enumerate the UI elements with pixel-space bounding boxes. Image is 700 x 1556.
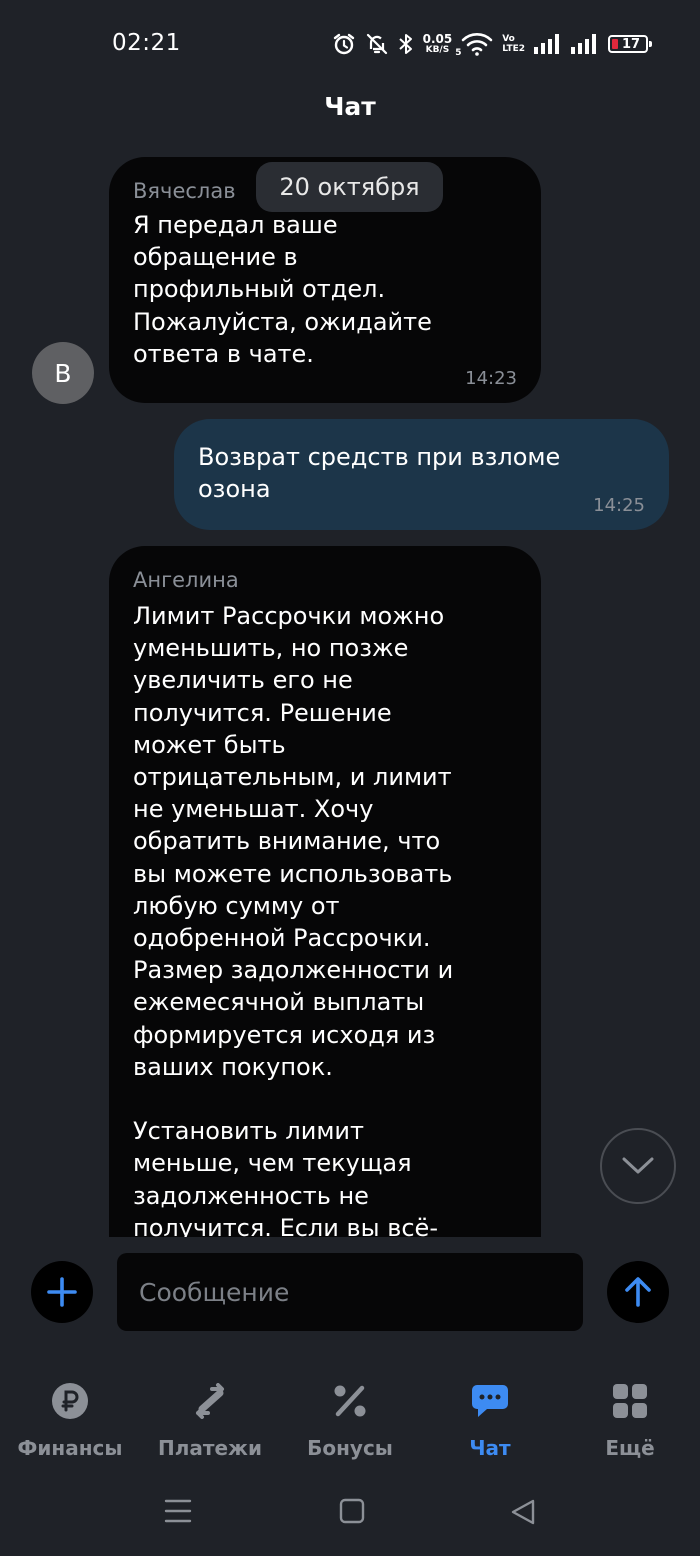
- page-title: Чат: [324, 92, 376, 121]
- arrow-up-icon: [625, 1277, 651, 1307]
- volte-label: Vo LTE2: [502, 34, 525, 54]
- percent-icon: [334, 1385, 366, 1417]
- message-time: 14:23: [465, 368, 517, 389]
- network-speed-value: 0.05: [422, 32, 453, 46]
- transfer-arrows-icon: [196, 1383, 224, 1419]
- nav-item-bonuses[interactable]: Бонусы: [280, 1380, 420, 1466]
- message-time: 14:25: [593, 495, 645, 516]
- nav-label: Финансы: [17, 1436, 123, 1460]
- message-bubble-outgoing[interactable]: Возврат средств при взломе озона 14:25: [174, 419, 669, 530]
- triangle-back-icon: [511, 1499, 535, 1525]
- nav-label: Бонусы: [307, 1436, 393, 1460]
- grid-icon: [613, 1384, 647, 1418]
- menu-lines-icon: [164, 1499, 192, 1523]
- nav-label: Платежи: [158, 1436, 262, 1460]
- message-composer: [0, 1237, 700, 1357]
- bluetooth-icon: [398, 34, 412, 54]
- plus-icon: [47, 1277, 77, 1307]
- message-text: Возврат средств при взломе озона: [198, 443, 561, 504]
- date-separator: 20 октября: [256, 162, 443, 212]
- signal-icon-2: [571, 34, 596, 54]
- battery-icon: 17: [608, 35, 652, 53]
- message-text: Я передал ваше обращение в профильный от…: [133, 211, 432, 368]
- nav-label: Чат: [469, 1436, 511, 1460]
- network-speed: 0.05 KB/S: [423, 33, 453, 55]
- avatar-letter: В: [54, 358, 72, 388]
- square-icon: [339, 1498, 365, 1524]
- nav-item-more[interactable]: Ещё: [560, 1380, 700, 1466]
- nav-item-payments[interactable]: Платежи: [140, 1380, 280, 1466]
- chat-bubble-icon: [472, 1385, 508, 1417]
- message-sender: Ангелина: [133, 568, 239, 592]
- scroll-to-bottom-button[interactable]: [600, 1128, 676, 1204]
- network-speed-unit: KB/S: [425, 45, 450, 55]
- avatar[interactable]: В: [32, 342, 94, 404]
- message-bubble-incoming[interactable]: Ангелина Лимит Рассрочки можно уменьшить…: [109, 546, 541, 1237]
- nav-item-finances[interactable]: Финансы: [0, 1380, 140, 1466]
- wifi-indicator: 5: [455, 32, 493, 58]
- message-text: Лимит Рассрочки можно уменьшить, но позж…: [133, 602, 454, 1237]
- attach-button[interactable]: [31, 1261, 93, 1323]
- chat-message-list[interactable]: Вячеслав Я передал ваше обращение в проф…: [0, 140, 700, 1237]
- signal-icon-1: [534, 34, 559, 54]
- volte-bottom: LTE2: [502, 44, 525, 54]
- bell-muted-icon: [366, 33, 387, 55]
- ruble-icon: [52, 1383, 88, 1419]
- status-time: 02:21: [112, 30, 181, 56]
- battery-level: 17: [621, 36, 641, 52]
- bottom-navigation: Финансы Платежи Бонусы Чат Ещё: [0, 1370, 700, 1470]
- send-button[interactable]: [607, 1261, 669, 1323]
- nav-label: Ещё: [605, 1436, 655, 1460]
- wifi-icon: [461, 33, 493, 56]
- chevron-down-icon: [622, 1157, 654, 1174]
- system-navigation-bar: [0, 1480, 700, 1546]
- volte-top: Vo: [502, 34, 515, 44]
- system-back-button[interactable]: [510, 1498, 536, 1530]
- alarm-icon: [333, 33, 354, 55]
- system-menu-button[interactable]: [164, 1498, 192, 1528]
- wifi-badge: 5: [455, 48, 462, 58]
- status-icons: 0.05 KB/S 5 Vo LTE2 17: [332, 28, 652, 60]
- status-bar: 02:21 0.05 KB/S 5 Vo LTE2 17: [0, 0, 700, 90]
- nav-item-chat[interactable]: Чат: [420, 1380, 560, 1466]
- message-input[interactable]: [117, 1253, 583, 1331]
- system-home-button[interactable]: [339, 1498, 365, 1528]
